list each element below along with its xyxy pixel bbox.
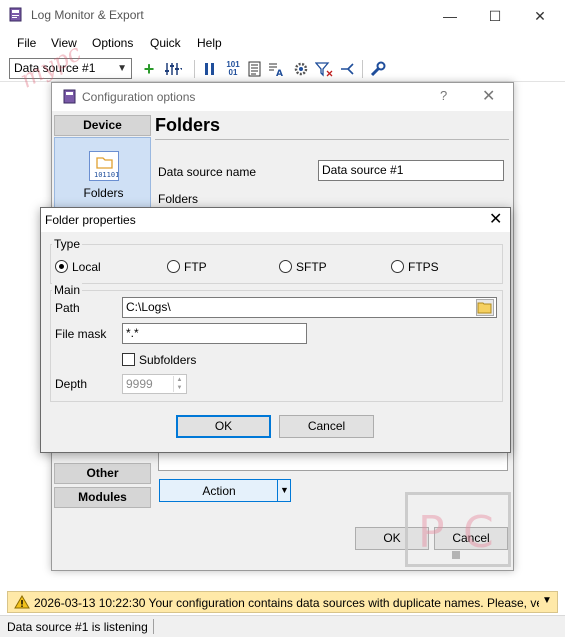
- binary-icon[interactable]: 101 01: [224, 60, 242, 78]
- pause-icon[interactable]: [201, 60, 219, 78]
- maximize-button[interactable]: ☐: [472, 0, 518, 32]
- main-titlebar: Log Monitor & Export — ☐ ✕: [0, 0, 565, 32]
- watermark-logo-box: P C: [405, 492, 511, 567]
- type-group-title: Type: [52, 237, 83, 251]
- chevron-down-icon: ▼: [117, 63, 127, 74]
- depth-stepper[interactable]: 9999 ▲ ▼: [122, 374, 187, 394]
- tab-folders[interactable]: 101101 Folders: [54, 137, 151, 209]
- radio-ftp[interactable]: FTP: [167, 259, 247, 275]
- close-button[interactable]: ✕: [517, 0, 563, 32]
- filter-icon[interactable]: [315, 60, 333, 78]
- help-icon[interactable]: ?: [440, 88, 447, 103]
- warning-bar: 2026-03-13 10:22:30 Your configuration c…: [7, 591, 558, 613]
- folder-props-titlebar: Folder properties ✕: [41, 208, 510, 232]
- main-group-title: Main: [52, 283, 83, 297]
- svg-text:A: A: [276, 69, 283, 77]
- menu-options[interactable]: Options: [92, 36, 133, 50]
- minimize-icon: —: [443, 8, 457, 24]
- text-format-icon[interactable]: A: [268, 60, 286, 78]
- tab-modules[interactable]: Modules: [54, 487, 151, 508]
- toolbar-separator: [194, 60, 195, 78]
- radio-ftps-button[interactable]: [391, 260, 404, 273]
- status-separator: [153, 619, 154, 634]
- open-folder-icon: [477, 302, 492, 314]
- folder-tab-icon: 101101: [89, 151, 119, 181]
- svg-text:P: P: [418, 507, 445, 558]
- maximize-icon: ☐: [488, 7, 502, 24]
- document-icon[interactable]: [246, 60, 264, 78]
- browse-folder-button[interactable]: [476, 299, 494, 316]
- status-bar: Data source #1 is listening: [0, 615, 565, 637]
- folders-label: Folders: [158, 192, 199, 206]
- warning-text: 2026-03-13 10:22:30 Your configuration c…: [34, 596, 539, 610]
- folder-props-title: Folder properties: [45, 213, 136, 227]
- config-close-icon[interactable]: ✕: [482, 86, 495, 106]
- settings-gear-icon[interactable]: [292, 60, 310, 78]
- toolbar: Data source #1 ▼ + 101 01 A: [0, 56, 565, 82]
- action-button-label: Action: [202, 484, 236, 498]
- config-title: Configuration options: [82, 90, 196, 104]
- folder-props-close-icon[interactable]: ✕: [489, 209, 502, 229]
- split-icon[interactable]: [339, 60, 357, 78]
- menu-quick[interactable]: Quick: [150, 36, 181, 50]
- sliders-icon[interactable]: [164, 60, 182, 78]
- path-input[interactable]: C:\Logs\: [122, 297, 497, 318]
- status-text: Data source #1 is listening: [7, 620, 148, 634]
- config-titlebar: Configuration options ? ✕: [52, 83, 513, 111]
- path-label: Path: [55, 301, 80, 315]
- radio-sftp[interactable]: SFTP: [279, 259, 359, 275]
- app-icon: [9, 7, 22, 22]
- radio-local-button[interactable]: [55, 260, 68, 273]
- close-icon: ✕: [534, 7, 546, 24]
- radio-sftp-button[interactable]: [279, 260, 292, 273]
- path-value: C:\Logs\: [126, 300, 171, 314]
- action-button[interactable]: Action ▼: [159, 479, 291, 502]
- data-source-name-input[interactable]: Data source #1: [318, 160, 504, 181]
- window-title: Log Monitor & Export: [31, 8, 144, 22]
- tab-other[interactable]: Other: [54, 463, 151, 484]
- file-mask-label: File mask: [55, 327, 107, 341]
- wrench-icon[interactable]: [369, 60, 387, 78]
- depth-label: Depth: [55, 377, 88, 391]
- depth-value: 9999: [126, 377, 153, 391]
- panel-heading: Folders: [155, 115, 221, 135]
- chevron-down-icon[interactable]: ▼: [277, 480, 291, 501]
- subfolders-checkbox[interactable]: [122, 353, 135, 366]
- subfolders-label: Subfolders: [139, 353, 197, 367]
- heading-divider: [155, 139, 509, 140]
- radio-local[interactable]: Local: [55, 259, 135, 275]
- radio-ftps-label: FTPS: [408, 260, 439, 274]
- subfolders-checkbox-row[interactable]: Subfolders: [122, 352, 222, 368]
- radio-sftp-label: SFTP: [296, 260, 327, 274]
- menu-file[interactable]: File: [17, 36, 36, 50]
- folder-props-ok-button[interactable]: OK: [176, 415, 271, 438]
- minimize-button[interactable]: —: [427, 0, 473, 32]
- file-mask-value: *.*: [126, 326, 139, 340]
- svg-text:101101: 101101: [94, 171, 118, 179]
- file-mask-input[interactable]: *.*: [122, 323, 307, 344]
- folder-props-cancel-button[interactable]: Cancel: [279, 415, 374, 438]
- radio-local-label: Local: [72, 260, 101, 274]
- menu-bar: File View Options Quick Help: [0, 33, 565, 55]
- menu-help[interactable]: Help: [197, 36, 222, 50]
- chevron-down-icon[interactable]: ▼: [540, 595, 554, 609]
- tab-folders-label: Folders: [83, 186, 124, 200]
- radio-ftp-button[interactable]: [167, 260, 180, 273]
- data-source-name-label: Data source name: [158, 165, 257, 179]
- data-source-name-value: Data source #1: [322, 163, 404, 177]
- spin-arrows-icon[interactable]: ▲ ▼: [173, 376, 185, 392]
- app-icon: [63, 89, 76, 104]
- radio-ftp-label: FTP: [184, 260, 207, 274]
- tab-device[interactable]: Device: [54, 115, 151, 136]
- radio-ftps[interactable]: FTPS: [391, 259, 471, 275]
- add-icon[interactable]: +: [140, 59, 158, 79]
- warning-icon: [14, 595, 30, 609]
- svg-text:C: C: [463, 507, 494, 558]
- folder-properties-dialog: Folder properties ✕ Type Local FTP SFTP …: [40, 207, 511, 453]
- toolbar-separator: [362, 60, 363, 78]
